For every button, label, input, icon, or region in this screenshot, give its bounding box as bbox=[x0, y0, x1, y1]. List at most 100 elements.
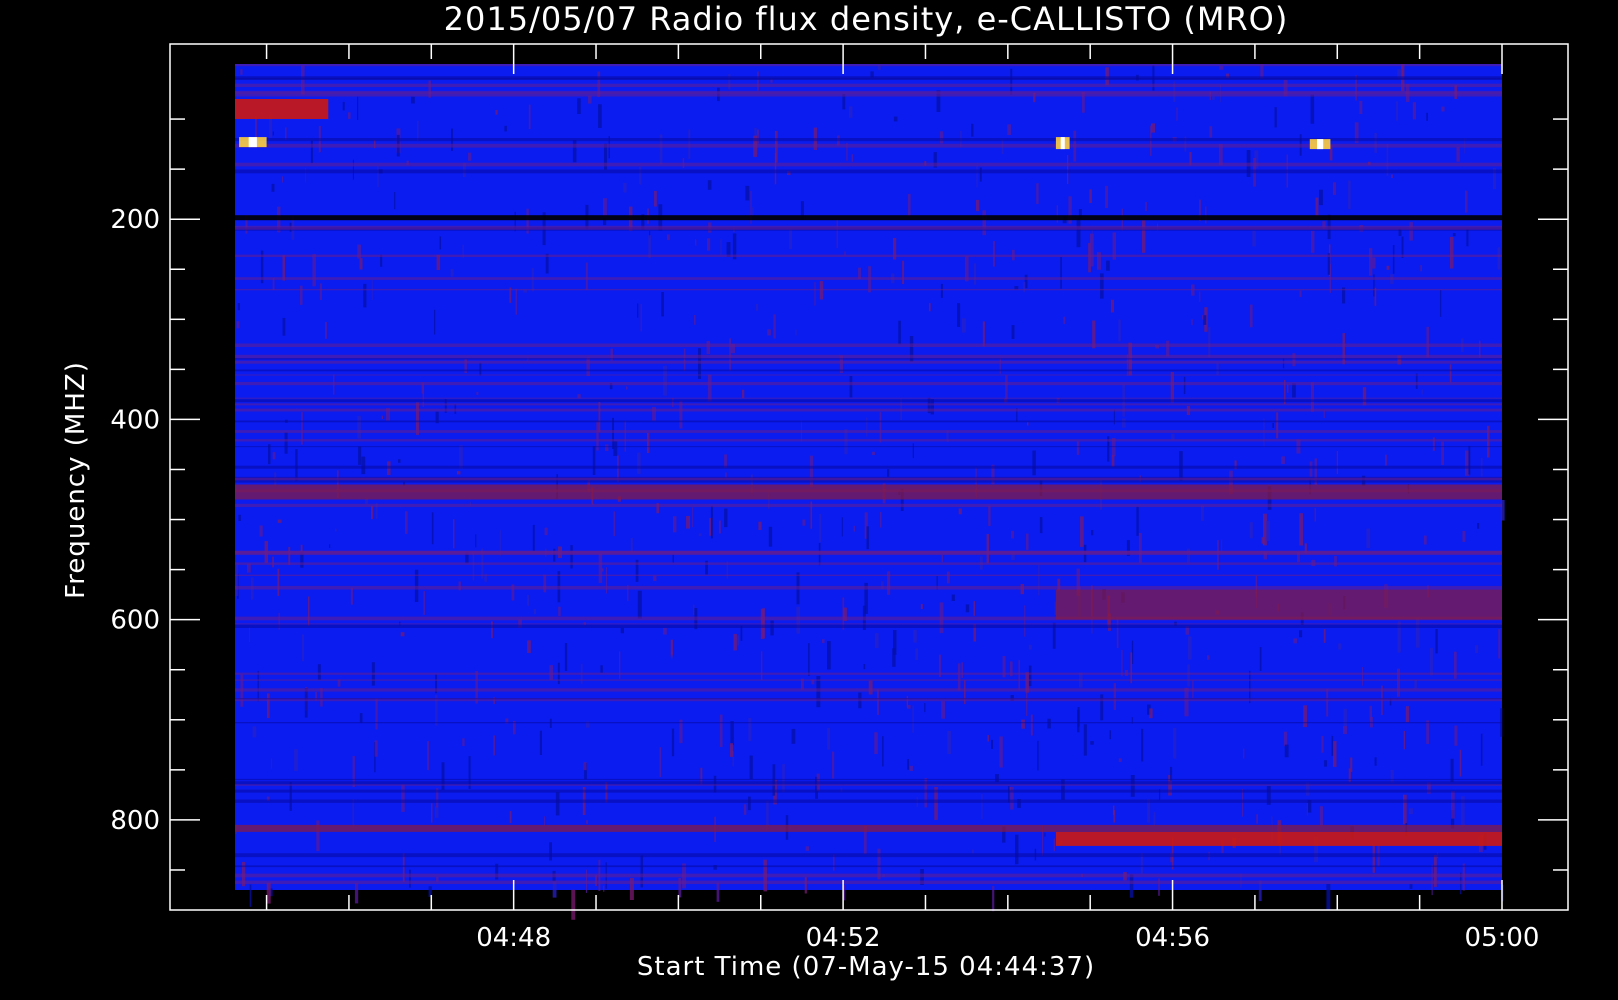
spectrogram-noise-cell bbox=[375, 698, 378, 730]
spectrogram-noise-cell bbox=[423, 591, 425, 615]
spectrogram-noise-cell bbox=[1249, 304, 1253, 328]
spectrogram-noise-cell bbox=[304, 688, 308, 718]
spectrogram-noise-cell bbox=[363, 283, 367, 308]
spectrogram-noise-cell bbox=[1153, 812, 1156, 827]
spectrogram-noise-cell bbox=[1342, 333, 1346, 365]
spectrogram-noise-cell bbox=[951, 594, 955, 601]
spectrogram-noise-cell bbox=[504, 125, 507, 132]
spectrogram-noise-cell bbox=[863, 663, 866, 670]
spectrogram-noise-cell bbox=[527, 640, 531, 654]
spectrogram-noise-cell bbox=[1207, 655, 1210, 660]
spectrogram-noise-cell bbox=[585, 262, 588, 291]
spectrogram-band bbox=[235, 853, 1502, 858]
spectrogram-noise-cell bbox=[1321, 735, 1324, 753]
spectrogram-band bbox=[235, 446, 1502, 448]
spectrogram-noise-cell bbox=[1076, 441, 1080, 455]
spectrogram-noise-cell bbox=[1440, 290, 1442, 317]
spectrogram-noise-cell bbox=[1372, 844, 1375, 873]
spectrogram-noise-cell bbox=[1219, 65, 1224, 70]
spectrogram-noise-cell bbox=[1456, 147, 1460, 162]
spectrogram-noise-cell bbox=[1477, 523, 1480, 529]
spectrogram-noise-cell bbox=[1500, 500, 1505, 521]
spectrogram-noise-cell bbox=[630, 538, 633, 552]
spectrogram-noise-cell bbox=[1299, 290, 1302, 298]
spectrogram-noise-cell bbox=[1030, 714, 1033, 736]
spectrogram-noise-cell bbox=[1462, 530, 1466, 542]
spectrogram-feature-core bbox=[1317, 139, 1324, 150]
spectrogram-noise-cell bbox=[1130, 652, 1133, 684]
spectrogram-noise-cell bbox=[637, 590, 642, 619]
spectrogram-noise-cell bbox=[915, 648, 918, 661]
spectrogram-noise-cell bbox=[637, 452, 641, 474]
spectrogram-noise-cell bbox=[670, 639, 673, 657]
spectrogram-noise-cell bbox=[1412, 102, 1416, 120]
spectrogram-noise-cell bbox=[853, 525, 855, 532]
spectrogram-noise-cell bbox=[893, 116, 898, 122]
spectrogram-noise-cell bbox=[1060, 256, 1062, 289]
spectrogram-noise-cell bbox=[1429, 647, 1434, 676]
spectrogram-noise-cell bbox=[357, 96, 359, 120]
spectrogram-band bbox=[235, 623, 1502, 625]
spectrogram-noise-cell bbox=[707, 238, 711, 251]
spectrogram-noise-cell bbox=[718, 520, 721, 534]
spectrogram-noise-cell bbox=[791, 728, 796, 744]
spectrogram-noise-cell bbox=[737, 635, 740, 646]
spectrogram-noise-cell bbox=[1421, 389, 1423, 395]
spectrogram-noise-cell bbox=[1129, 874, 1134, 898]
spectrogram-noise-cell bbox=[411, 96, 415, 104]
spectrogram-band bbox=[235, 778, 1502, 781]
spectrogram-noise-cell bbox=[1089, 189, 1092, 203]
spectrogram-noise-cell bbox=[1141, 728, 1144, 762]
spectrogram-noise-cell bbox=[405, 511, 408, 534]
spectrogram-noise-cell bbox=[671, 728, 675, 757]
spectrogram-noise-cell bbox=[1323, 410, 1325, 418]
spectrogram-noise-cell bbox=[295, 449, 298, 482]
spectrogram-noise-cell bbox=[1053, 838, 1055, 852]
spectrogram-noise-cell bbox=[782, 764, 785, 793]
spectrogram-band bbox=[235, 420, 1502, 423]
spectrogram-noise-cell bbox=[654, 190, 657, 207]
spectrogram-noise-cell bbox=[907, 705, 911, 709]
spectrogram-noise-cell bbox=[789, 228, 792, 250]
spectrogram-noise-cell bbox=[300, 285, 303, 305]
spectrogram-noise-cell bbox=[400, 632, 405, 637]
spectrogram-noise-cell bbox=[1475, 645, 1479, 654]
spectrogram-band bbox=[235, 76, 1502, 80]
spectrogram-band bbox=[235, 503, 1502, 508]
spectrogram-noise-cell bbox=[1076, 217, 1081, 248]
spectrogram-noise-cell bbox=[479, 362, 482, 376]
spectrogram-noise-cell bbox=[1121, 418, 1126, 428]
spectrogram-noise-cell bbox=[1309, 461, 1313, 477]
spectrogram-noise-cell bbox=[237, 303, 240, 311]
spectrogram-noise-cell bbox=[868, 680, 873, 695]
spectrogram-noise-cell bbox=[1451, 791, 1455, 819]
spectrogram-noise-cell bbox=[749, 755, 753, 780]
spectrogram-noise-cell bbox=[259, 525, 263, 537]
spectrogram-noise-cell bbox=[941, 554, 943, 562]
spectrogram-noise-cell bbox=[730, 721, 734, 745]
spectrogram-noise-cell bbox=[543, 574, 547, 593]
spectrogram-noise-cell bbox=[1319, 806, 1323, 826]
spectrogram-noise-cell bbox=[1203, 315, 1207, 325]
spectrogram-noise-cell bbox=[1118, 758, 1122, 762]
spectrogram-noise-cell bbox=[1497, 247, 1501, 270]
spectrogram-noise-cell bbox=[249, 626, 251, 643]
spectrogram-noise-cell bbox=[661, 292, 664, 317]
spectrogram-noise-cell bbox=[707, 374, 712, 402]
spectrogram-noise-cell bbox=[1044, 832, 1046, 837]
spectrogram-noise-cell bbox=[1166, 340, 1170, 357]
spectrogram-noise-cell bbox=[284, 432, 288, 454]
spectrogram-noise-cell bbox=[913, 630, 917, 643]
spectrogram-noise-cell bbox=[1142, 220, 1146, 253]
spectrogram-band bbox=[235, 91, 1502, 94]
spectrogram-noise-cell bbox=[1343, 708, 1348, 729]
spectrogram-noise-cell bbox=[976, 165, 978, 188]
spectrogram-noise-cell bbox=[235, 564, 239, 596]
spectrogram-noise-cell bbox=[1216, 362, 1219, 375]
spectrogram-noise-cell bbox=[450, 268, 454, 277]
spectrogram-noise-cell bbox=[941, 701, 945, 719]
spectrogram-band bbox=[235, 254, 1502, 257]
spectrogram-noise-cell bbox=[1311, 230, 1315, 253]
spectrogram-band bbox=[235, 430, 1502, 433]
spectrogram-noise-cell bbox=[1362, 667, 1364, 686]
